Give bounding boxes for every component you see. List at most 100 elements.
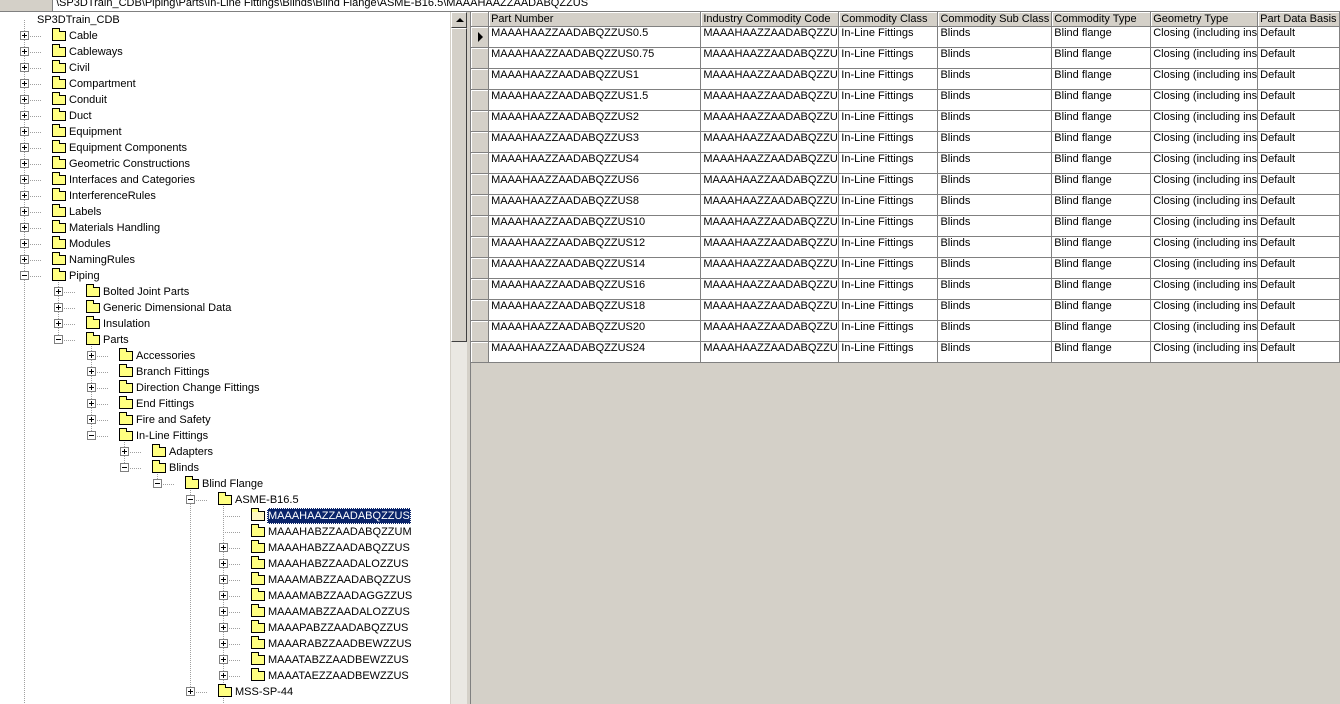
cell-commodity-class[interactable]: In-Line Fittings: [838, 152, 939, 174]
cell-part-data-basis[interactable]: Default: [1257, 26, 1340, 48]
tree-node[interactable]: Modules: [0, 236, 450, 252]
collapse-minus-icon[interactable]: [20, 271, 29, 280]
cell-geometry-type[interactable]: Closing (including ins: [1150, 152, 1259, 174]
table-row[interactable]: MAAAHAAZZAADABQZZUS24 MAAAHAAZZAADABQZZU I…: [471, 341, 1340, 363]
cell-commodity-sub-class[interactable]: Blinds: [937, 278, 1053, 300]
cell-commodity-sub-class[interactable]: Blinds: [937, 26, 1053, 48]
cell-part-number[interactable]: MAAAHAAZZAADABQZZUS18: [488, 299, 702, 321]
collapse-minus-icon[interactable]: [153, 479, 162, 488]
tree-node[interactable]: MSS-SP-44: [0, 684, 450, 700]
cell-part-number[interactable]: MAAAHAAZZAADABQZZUS14: [488, 257, 702, 279]
expand-plus-icon[interactable]: [54, 319, 63, 328]
row-selector[interactable]: [471, 89, 490, 111]
expand-plus-icon[interactable]: [219, 559, 228, 568]
table-row[interactable]: MAAAHAAZZAADABQZZUS3 MAAAHAAZZAADABQZZU In…: [471, 131, 1340, 153]
cell-commodity-sub-class[interactable]: Blinds: [937, 215, 1053, 237]
cell-part-number[interactable]: MAAAHAAZZAADABQZZUS6: [488, 173, 702, 195]
tree-node[interactable]: Labels: [0, 204, 450, 220]
tree-node[interactable]: MAAATAEZZAADBEWZZUS: [0, 668, 450, 684]
cell-part-number[interactable]: MAAAHAAZZAADABQZZUS2: [488, 110, 702, 132]
cell-commodity-type[interactable]: Blind flange: [1051, 173, 1152, 195]
expand-plus-icon[interactable]: [54, 287, 63, 296]
expand-plus-icon[interactable]: [20, 111, 29, 120]
column-header-commodity-class[interactable]: Commodity Class: [838, 12, 939, 27]
cell-commodity-sub-class[interactable]: Blinds: [937, 152, 1053, 174]
cell-industry-commodity-code[interactable]: MAAAHAAZZAADABQZZU: [700, 26, 840, 48]
cell-geometry-type[interactable]: Closing (including ins: [1150, 131, 1259, 153]
tree-node[interactable]: In-Line Fittings: [0, 428, 450, 444]
cell-part-data-basis[interactable]: Default: [1257, 341, 1340, 363]
expand-plus-icon[interactable]: [20, 255, 29, 264]
parts-grid[interactable]: Part Number Industry Commodity Code Comm…: [471, 12, 1340, 704]
cell-commodity-type[interactable]: Blind flange: [1051, 131, 1152, 153]
tree-node[interactable]: Cable: [0, 28, 450, 44]
cell-commodity-sub-class[interactable]: Blinds: [937, 194, 1053, 216]
column-header-industry-commodity-code[interactable]: Industry Commodity Code: [700, 12, 840, 27]
cell-geometry-type[interactable]: Closing (including ins: [1150, 257, 1259, 279]
cell-part-data-basis[interactable]: Default: [1257, 89, 1340, 111]
column-header-geometry-type[interactable]: Geometry Type: [1150, 12, 1259, 27]
column-header-part-data-basis[interactable]: Part Data Basis: [1257, 12, 1340, 27]
cell-industry-commodity-code[interactable]: MAAAHAAZZAADABQZZU: [700, 47, 840, 69]
cell-part-data-basis[interactable]: Default: [1257, 68, 1340, 90]
cell-geometry-type[interactable]: Closing (including ins: [1150, 47, 1259, 69]
cell-commodity-class[interactable]: In-Line Fittings: [838, 215, 939, 237]
tree-vertical-scrollbar[interactable]: [450, 12, 467, 704]
expand-plus-icon[interactable]: [20, 223, 29, 232]
tree-node[interactable]: Branch Fittings: [0, 364, 450, 380]
cell-commodity-sub-class[interactable]: Blinds: [937, 341, 1053, 363]
cell-commodity-sub-class[interactable]: Blinds: [937, 320, 1053, 342]
cell-part-data-basis[interactable]: Default: [1257, 257, 1340, 279]
cell-industry-commodity-code[interactable]: MAAAHAAZZAADABQZZU: [700, 131, 840, 153]
tree-node[interactable]: MAAAHABZZAADABQZZUM: [0, 524, 450, 540]
expand-plus-icon[interactable]: [20, 63, 29, 72]
cell-geometry-type[interactable]: Closing (including ins: [1150, 278, 1259, 300]
catalog-tree[interactable]: SP3DTrain_CDB Cable Cableways Civil Compart…: [0, 12, 450, 704]
cell-commodity-type[interactable]: Blind flange: [1051, 26, 1152, 48]
expand-plus-icon[interactable]: [219, 639, 228, 648]
cell-commodity-class[interactable]: In-Line Fittings: [838, 278, 939, 300]
row-selector[interactable]: [471, 299, 490, 321]
grid-corner-cell[interactable]: [471, 12, 490, 27]
collapse-minus-icon[interactable]: [54, 335, 63, 344]
cell-industry-commodity-code[interactable]: MAAAHAAZZAADABQZZU: [700, 89, 840, 111]
cell-commodity-type[interactable]: Blind flange: [1051, 194, 1152, 216]
row-selector[interactable]: [471, 320, 490, 342]
cell-commodity-sub-class[interactable]: Blinds: [937, 110, 1053, 132]
tree-node[interactable]: Compartment: [0, 76, 450, 92]
table-row[interactable]: MAAAHAAZZAADABQZZUS16 MAAAHAAZZAADABQZZU I…: [471, 278, 1340, 300]
expand-plus-icon[interactable]: [20, 95, 29, 104]
tree-node[interactable]: MAAAMABZZAADALOZZUS: [0, 604, 450, 620]
cell-commodity-sub-class[interactable]: Blinds: [937, 299, 1053, 321]
expand-plus-icon[interactable]: [20, 175, 29, 184]
table-row[interactable]: MAAAHAAZZAADABQZZUS12 MAAAHAAZZAADABQZZU I…: [471, 236, 1340, 258]
expand-plus-icon[interactable]: [87, 383, 96, 392]
cell-industry-commodity-code[interactable]: MAAAHAAZZAADABQZZU: [700, 152, 840, 174]
tree-node[interactable]: Blind Flange: [0, 476, 450, 492]
row-selector[interactable]: [471, 173, 490, 195]
tree-node[interactable]: MAAARABZZAADBEWZZUS: [0, 636, 450, 652]
cell-commodity-sub-class[interactable]: Blinds: [937, 236, 1053, 258]
cell-part-number[interactable]: MAAAHAAZZAADABQZZUS16: [488, 278, 702, 300]
cell-part-data-basis[interactable]: Default: [1257, 173, 1340, 195]
cell-part-number[interactable]: MAAAHAAZZAADABQZZUS0.5: [488, 26, 702, 48]
scroll-up-arrow-icon[interactable]: [451, 12, 467, 28]
cell-geometry-type[interactable]: Closing (including ins: [1150, 89, 1259, 111]
table-row[interactable]: MAAAHAAZZAADABQZZUS0.75 MAAAHAAZZAADABQZZ…: [471, 47, 1340, 69]
expand-plus-icon[interactable]: [20, 207, 29, 216]
cell-part-data-basis[interactable]: Default: [1257, 194, 1340, 216]
row-selector[interactable]: [471, 236, 490, 258]
table-row[interactable]: MAAAHAAZZAADABQZZUS18 MAAAHAAZZAADABQZZU I…: [471, 299, 1340, 321]
cell-geometry-type[interactable]: Closing (including ins: [1150, 341, 1259, 363]
tree-node[interactable]: MAAAPABZZAADABQZZUS: [0, 620, 450, 636]
expand-plus-icon[interactable]: [87, 367, 96, 376]
tree-node[interactable]: Blinds: [0, 460, 450, 476]
tree-node[interactable]: Adapters: [0, 444, 450, 460]
table-row[interactable]: MAAAHAAZZAADABQZZUS4 MAAAHAAZZAADABQZZU In…: [471, 152, 1340, 174]
tree-node[interactable]: MAAAMABZZAADABQZZUS: [0, 572, 450, 588]
tree-node[interactable]: MAAAMABZZAADAGGZZUS: [0, 588, 450, 604]
cell-commodity-class[interactable]: In-Line Fittings: [838, 257, 939, 279]
tree-node[interactable]: Direction Change Fittings: [0, 380, 450, 396]
cell-industry-commodity-code[interactable]: MAAAHAAZZAADABQZZU: [700, 194, 840, 216]
cell-part-number[interactable]: MAAAHAAZZAADABQZZUS8: [488, 194, 702, 216]
